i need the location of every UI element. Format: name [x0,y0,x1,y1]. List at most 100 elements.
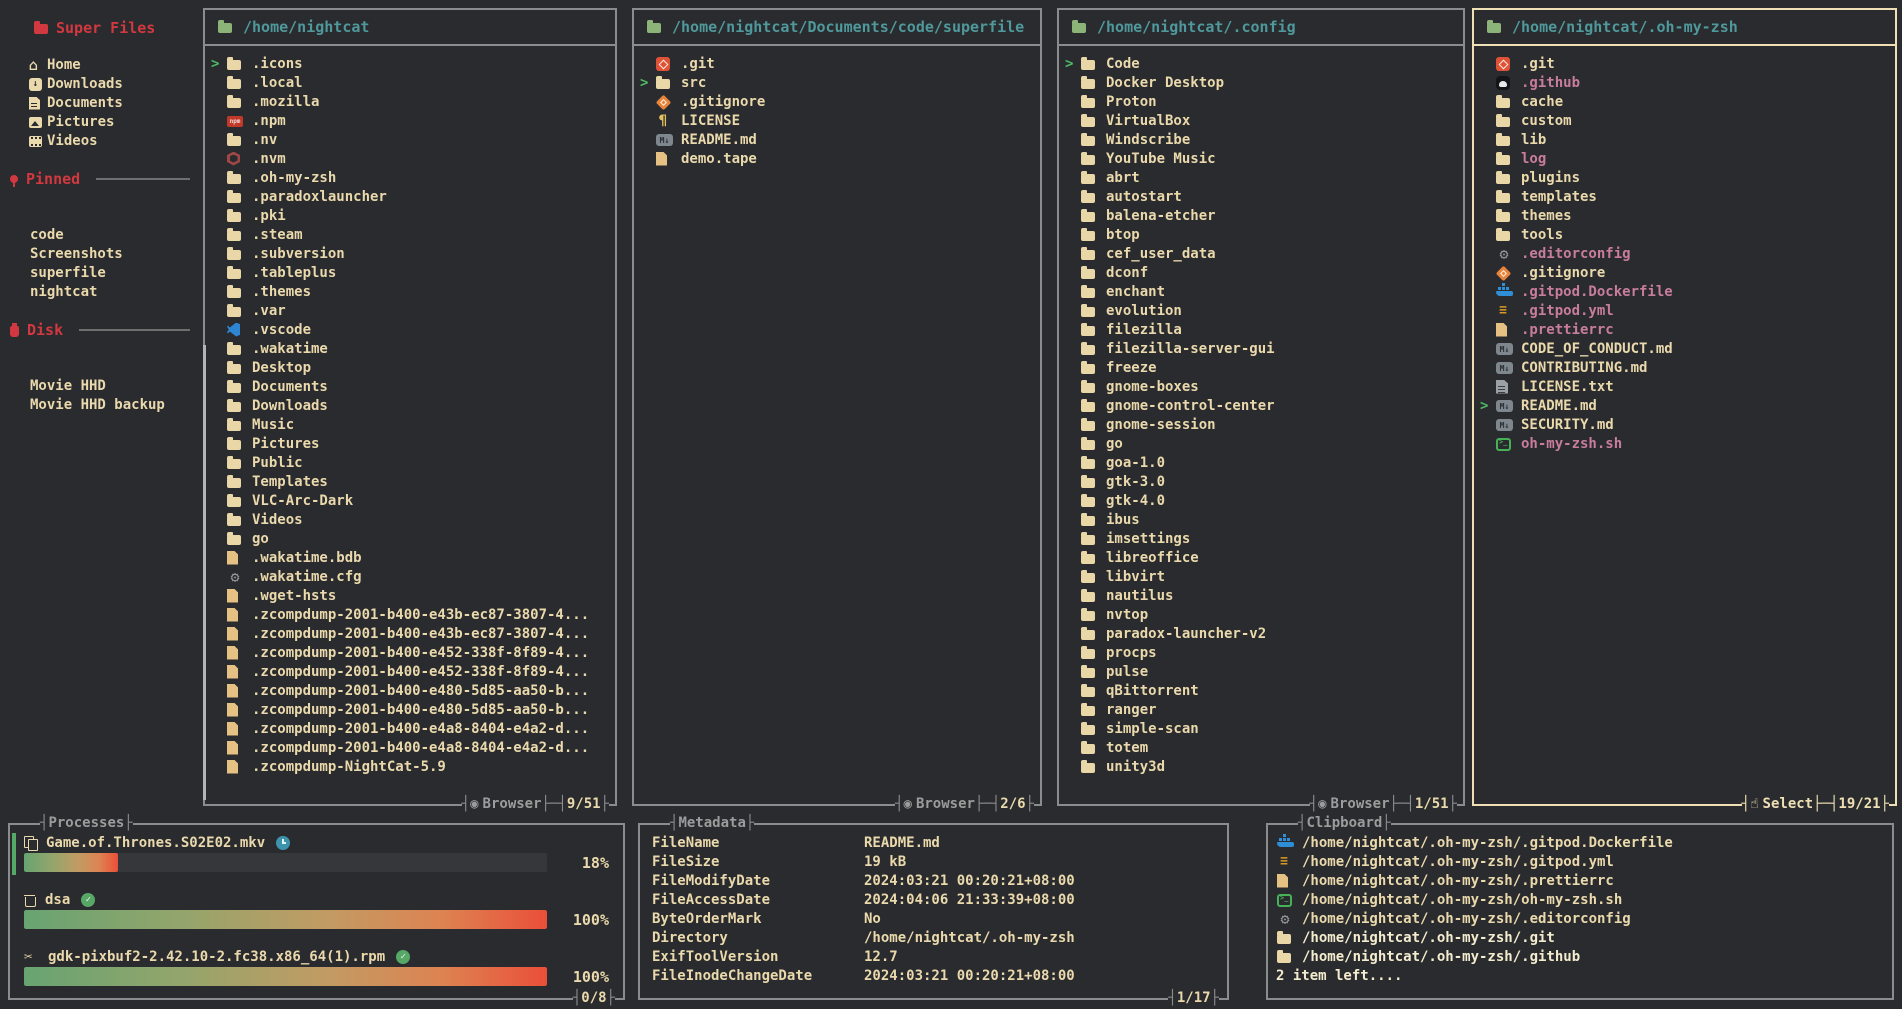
file-row[interactable]: CODE_OF_CONDUCT.md [1474,339,1895,358]
file-row[interactable]: SECURITY.md [1474,415,1895,434]
file-row[interactable]: balena-etcher [1059,206,1463,225]
file-row[interactable]: Pictures [205,434,615,453]
file-row[interactable]: .tableplus [205,263,615,282]
file-row[interactable]: .prettierrc [1474,320,1895,339]
file-row[interactable]: YouTube Music [1059,149,1463,168]
file-row[interactable]: .gitpod.Dockerfile [1474,282,1895,301]
file-row[interactable]: gnome-boxes [1059,377,1463,396]
file-row[interactable]: .var [205,301,615,320]
file-row[interactable]: pulse [1059,662,1463,681]
pinned-item[interactable]: nightcat [0,282,200,301]
file-row[interactable]: .gitpod.yml [1474,301,1895,320]
file-row[interactable]: autostart [1059,187,1463,206]
file-row[interactable]: Docker Desktop [1059,73,1463,92]
file-row[interactable]: go [205,529,615,548]
file-row[interactable]: abrt [1059,168,1463,187]
file-row[interactable]: .github [1474,73,1895,92]
file-row[interactable]: templates [1474,187,1895,206]
file-row[interactable]: goa-1.0 [1059,453,1463,472]
file-row[interactable]: .zcompdump-2001-b400-e452-338f-8f89-4... [205,662,615,681]
file-row[interactable]: >Code [1059,54,1463,73]
file-row[interactable]: .gitignore [634,92,1040,111]
file-row[interactable]: .zcompdump-2001-b400-e480-5d85-aa50-b... [205,700,615,719]
file-row[interactable]: libreoffice [1059,548,1463,567]
file-row[interactable]: gtk-4.0 [1059,491,1463,510]
file-row[interactable]: Templates [205,472,615,491]
file-row[interactable]: .git [634,54,1040,73]
file-row[interactable]: .pki [205,206,615,225]
disk-item[interactable]: Movie HHD backup [0,395,200,414]
file-row[interactable]: >.icons [205,54,615,73]
sidebar-item-videos[interactable]: Videos [0,131,200,150]
file-row[interactable]: .vscode [205,320,615,339]
file-row[interactable]: evolution [1059,301,1463,320]
file-row[interactable]: btop [1059,225,1463,244]
sidebar-item-home[interactable]: Home [0,55,200,74]
process-item[interactable]: dsa100% [24,890,609,930]
file-row[interactable]: .nvm [205,149,615,168]
file-row[interactable]: filezilla-server-gui [1059,339,1463,358]
file-row[interactable]: totem [1059,738,1463,757]
file-row[interactable]: themes [1474,206,1895,225]
file-row[interactable]: .steam [205,225,615,244]
pinned-item[interactable]: code [0,225,200,244]
file-row[interactable]: .wakatime.bdb [205,548,615,567]
file-row[interactable]: LICENSE [634,111,1040,130]
file-row[interactable]: Desktop [205,358,615,377]
file-row[interactable]: .zcompdump-NightCat-5.9 [205,757,615,776]
file-row[interactable]: freeze [1059,358,1463,377]
file-row[interactable]: .npm [205,111,615,130]
file-row[interactable]: .editorconfig [1474,244,1895,263]
sidebar-item-pictures[interactable]: Pictures [0,112,200,131]
file-row[interactable]: .themes [205,282,615,301]
file-row[interactable]: tools [1474,225,1895,244]
file-row[interactable]: custom [1474,111,1895,130]
pinned-item[interactable]: superfile [0,263,200,282]
file-row[interactable]: README.md [634,130,1040,149]
file-row[interactable]: .zcompdump-2001-b400-e43b-ec87-3807-4... [205,605,615,624]
file-row[interactable]: gnome-control-center [1059,396,1463,415]
file-row[interactable]: gtk-3.0 [1059,472,1463,491]
file-row[interactable]: lib [1474,130,1895,149]
file-row[interactable]: .subversion [205,244,615,263]
file-row[interactable]: go [1059,434,1463,453]
file-row[interactable]: ibus [1059,510,1463,529]
file-row[interactable]: simple-scan [1059,719,1463,738]
file-row[interactable]: .wakatime.cfg [205,567,615,586]
file-row[interactable]: .wget-hsts [205,586,615,605]
file-row[interactable]: dconf [1059,263,1463,282]
file-row[interactable]: Videos [205,510,615,529]
file-row[interactable]: .zcompdump-2001-b400-e4a8-8404-e4a2-d... [205,738,615,757]
file-row[interactable]: .git [1474,54,1895,73]
file-row[interactable]: nvtop [1059,605,1463,624]
file-row[interactable]: .zcompdump-2001-b400-e480-5d85-aa50-b... [205,681,615,700]
process-item[interactable]: gdk-pixbuf2-2.42.10-2.fc38.x86_64(1).rpm… [24,947,609,987]
file-row[interactable]: Windscribe [1059,130,1463,149]
file-row[interactable]: CONTRIBUTING.md [1474,358,1895,377]
sidebar-item-downloads[interactable]: Downloads [0,74,200,93]
file-row[interactable]: enchant [1059,282,1463,301]
file-row[interactable]: .wakatime [205,339,615,358]
file-row[interactable]: oh-my-zsh.sh [1474,434,1895,453]
file-row[interactable]: qBittorrent [1059,681,1463,700]
file-row[interactable]: Proton [1059,92,1463,111]
disk-item[interactable]: Movie HHD [0,376,200,395]
file-row[interactable]: procps [1059,643,1463,662]
file-row[interactable]: .oh-my-zsh [205,168,615,187]
file-row[interactable]: .zcompdump-2001-b400-e4a8-8404-e4a2-d... [205,719,615,738]
file-row[interactable]: log [1474,149,1895,168]
file-row[interactable]: cef_user_data [1059,244,1463,263]
file-row[interactable]: plugins [1474,168,1895,187]
file-row[interactable]: >src [634,73,1040,92]
file-row[interactable]: gnome-session [1059,415,1463,434]
scrollbar-thumb[interactable] [203,345,206,800]
pinned-item[interactable]: Screenshots [0,244,200,263]
file-row[interactable]: cache [1474,92,1895,111]
file-row[interactable]: unity3d [1059,757,1463,776]
file-row[interactable]: VLC-Arc-Dark [205,491,615,510]
sidebar-item-documents[interactable]: Documents [0,93,200,112]
file-row[interactable]: Documents [205,377,615,396]
file-row[interactable]: ranger [1059,700,1463,719]
file-row[interactable]: nautilus [1059,586,1463,605]
process-item[interactable]: Game.of.Thrones.S02E02.mkv18% [24,833,609,873]
